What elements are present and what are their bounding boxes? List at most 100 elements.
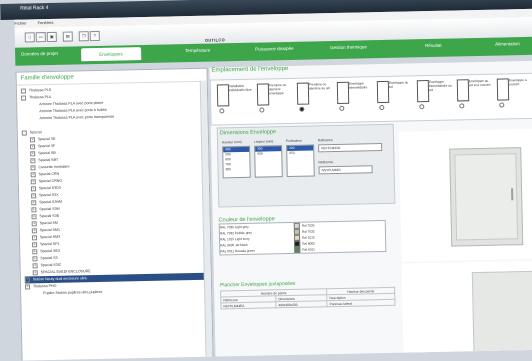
acc-cell-ref: NSYPLM43EA [220,301,276,309]
acc-cell-desc: Panneau latéral [327,299,395,307]
list-item[interactable]: 250 [287,150,313,156]
tree-item-label: Spacial [29,130,42,135]
collapse-icon[interactable]: - [20,95,27,101]
new-icon[interactable]: □ [24,32,35,43]
position-option[interactable]: Enveloppe intermédiaire au sol [416,80,452,110]
expand-icon[interactable]: + [30,171,36,177]
expand-icon[interactable]: + [30,185,37,191]
list-item[interactable]: 800 [224,167,250,173]
print-icon[interactable]: ▤ [62,31,73,42]
width-label: Largeur (mm) [253,139,274,144]
open-icon[interactable]: ▭ [35,32,46,43]
expand-icon[interactable]: + [31,220,37,226]
expand-icon[interactable]: + [31,206,37,212]
tab-project-data[interactable]: Données de projet [21,51,58,57]
enclosure-config-panel: Emplacement de l'enveloppe Installation … [209,60,532,361]
expand-icon[interactable]: + [32,269,38,275]
reference2-label: Référence [318,160,334,165]
expand-icon[interactable]: + [30,150,36,156]
tab-thermal-management[interactable]: Gestion thermique [330,44,367,50]
position-label: Installation individuelle libre [228,83,252,93]
expand-icon[interactable]: + [31,192,37,198]
position-radio[interactable] [259,107,265,113]
enclosure-position-icon [496,78,510,101]
position-radio[interactable] [299,106,305,112]
accessory-section: Plancher Enveloppes juxtaposées Nombre d… [220,279,396,323]
tab-power-supply[interactable]: Alimentation [495,41,520,47]
position-radio[interactable] [339,105,345,111]
copy-icon[interactable]: ❐ [78,31,89,42]
tree-item-label: Spacial SE3 [40,248,60,254]
list-item[interactable]: 400 [255,151,281,157]
position-option[interactable]: Enveloppe intermédiaire [336,81,367,111]
height-list[interactable]: 400 500 600 700 800 [222,145,251,179]
app-window: Rittal Rack 4 Fichier Fenêtres □ ▭ ▣ ▤ ❐… [0,0,532,361]
expand-icon[interactable]: + [30,157,36,163]
enclosure-preview [398,128,532,262]
expand-icon[interactable]: + [30,143,36,149]
tree-item-label: Pupitre Station pupitres ultra pupitres [43,289,103,296]
tree-item-label: Thalassa PHO [32,283,57,289]
color-list[interactable]: RAL 7035 Light grey Ral 7035 RAL 7032 Pebb… [218,219,387,256]
position-option[interactable]: Installation individuelle libre [216,84,252,114]
position-option[interactable]: Enveloppe au sol [376,80,408,111]
collapse-icon[interactable]: - [20,88,26,94]
expand-icon[interactable]: + [24,283,31,290]
expand-icon[interactable]: + [32,262,38,268]
position-option[interactable]: Première ou dernière au sol [296,82,330,112]
expand-icon[interactable]: + [32,255,38,261]
position-option[interactable]: Première ou dernière enveloppe [256,83,288,113]
tree-item-label: Cassette modulaire [38,164,70,170]
expand-icon[interactable]: + [32,241,38,247]
color-name: RAL 6011 Reseda green [220,248,256,254]
tree-item-label: Armoire Thalassa PLA avec porte pleine [39,100,104,107]
position-radio[interactable] [499,102,505,108]
expand-icon[interactable]: + [31,234,38,240]
collapse-icon[interactable]: - [21,130,27,136]
position-radio[interactable] [379,104,385,111]
menu-file[interactable]: Fichier [14,19,26,27]
tab-dissipated-power[interactable]: Puissance dissipée [255,46,294,52]
position-radio[interactable] [459,103,465,109]
reference2-field[interactable]: NSYPLM43G [318,165,373,175]
color-code: Ral 7035 [301,223,315,228]
expand-icon[interactable]: + [31,227,37,233]
reference-label: Référence [317,138,333,143]
position-label: Enveloppe au sol et à couvert [468,78,491,88]
tree-item-label: Armoire Thalassa PLA avec porte à hublot [39,107,107,114]
expand-icon[interactable]: + [30,164,36,170]
tab-temperature[interactable]: Température [185,48,210,54]
tree-item-label: Spacial SF1 [40,241,60,247]
color-code: Ral 6011 [302,247,315,252]
acc-cell-dim: 400x300x200 [275,300,328,308]
expand-icon[interactable]: + [30,178,36,184]
cabinet-image [449,147,524,247]
expand-icon[interactable]: + [32,248,38,254]
tree-item-label: Spacial SM3 [39,234,61,240]
position-label: Enveloppe intermédiaire au sol [428,79,452,93]
enclosure-position-icon [376,80,390,104]
color-code: Ral 7032 [301,229,315,234]
width-list[interactable]: 300 400 [254,145,283,178]
tree-item-label: Spacial S3HM [39,199,63,205]
help-icon[interactable]: ? [89,30,100,42]
position-radio[interactable] [419,104,425,110]
position-option[interactable]: Enveloppe au sol et à couvert [456,79,491,109]
collapse-icon[interactable]: - [24,276,30,283]
depth-label: Profondeur [285,138,302,144]
depth-list[interactable]: 200 250 [286,144,315,178]
position-radio[interactable] [219,108,225,114]
expand-icon[interactable]: + [31,199,37,205]
enclosure-position-icon [216,84,230,107]
position-options: Installation individuelle libre Première … [209,72,532,126]
tab-result[interactable]: Résultat [425,43,442,48]
color-section: Couleur de l'enveloppe RAL 7035 Light gr… [219,214,395,278]
expand-icon[interactable]: + [29,136,35,142]
save-icon[interactable]: ▣ [46,31,57,43]
tab-enclosures[interactable]: Enveloppes [81,47,141,62]
reference-field[interactable]: NSYPLM43G [318,143,383,153]
enclosure-position-icon [336,81,350,104]
position-option[interactable]: Enveloppe à couvert [496,78,528,108]
expand-icon[interactable]: + [31,213,37,219]
color-code: Ral 9005 [302,241,315,246]
